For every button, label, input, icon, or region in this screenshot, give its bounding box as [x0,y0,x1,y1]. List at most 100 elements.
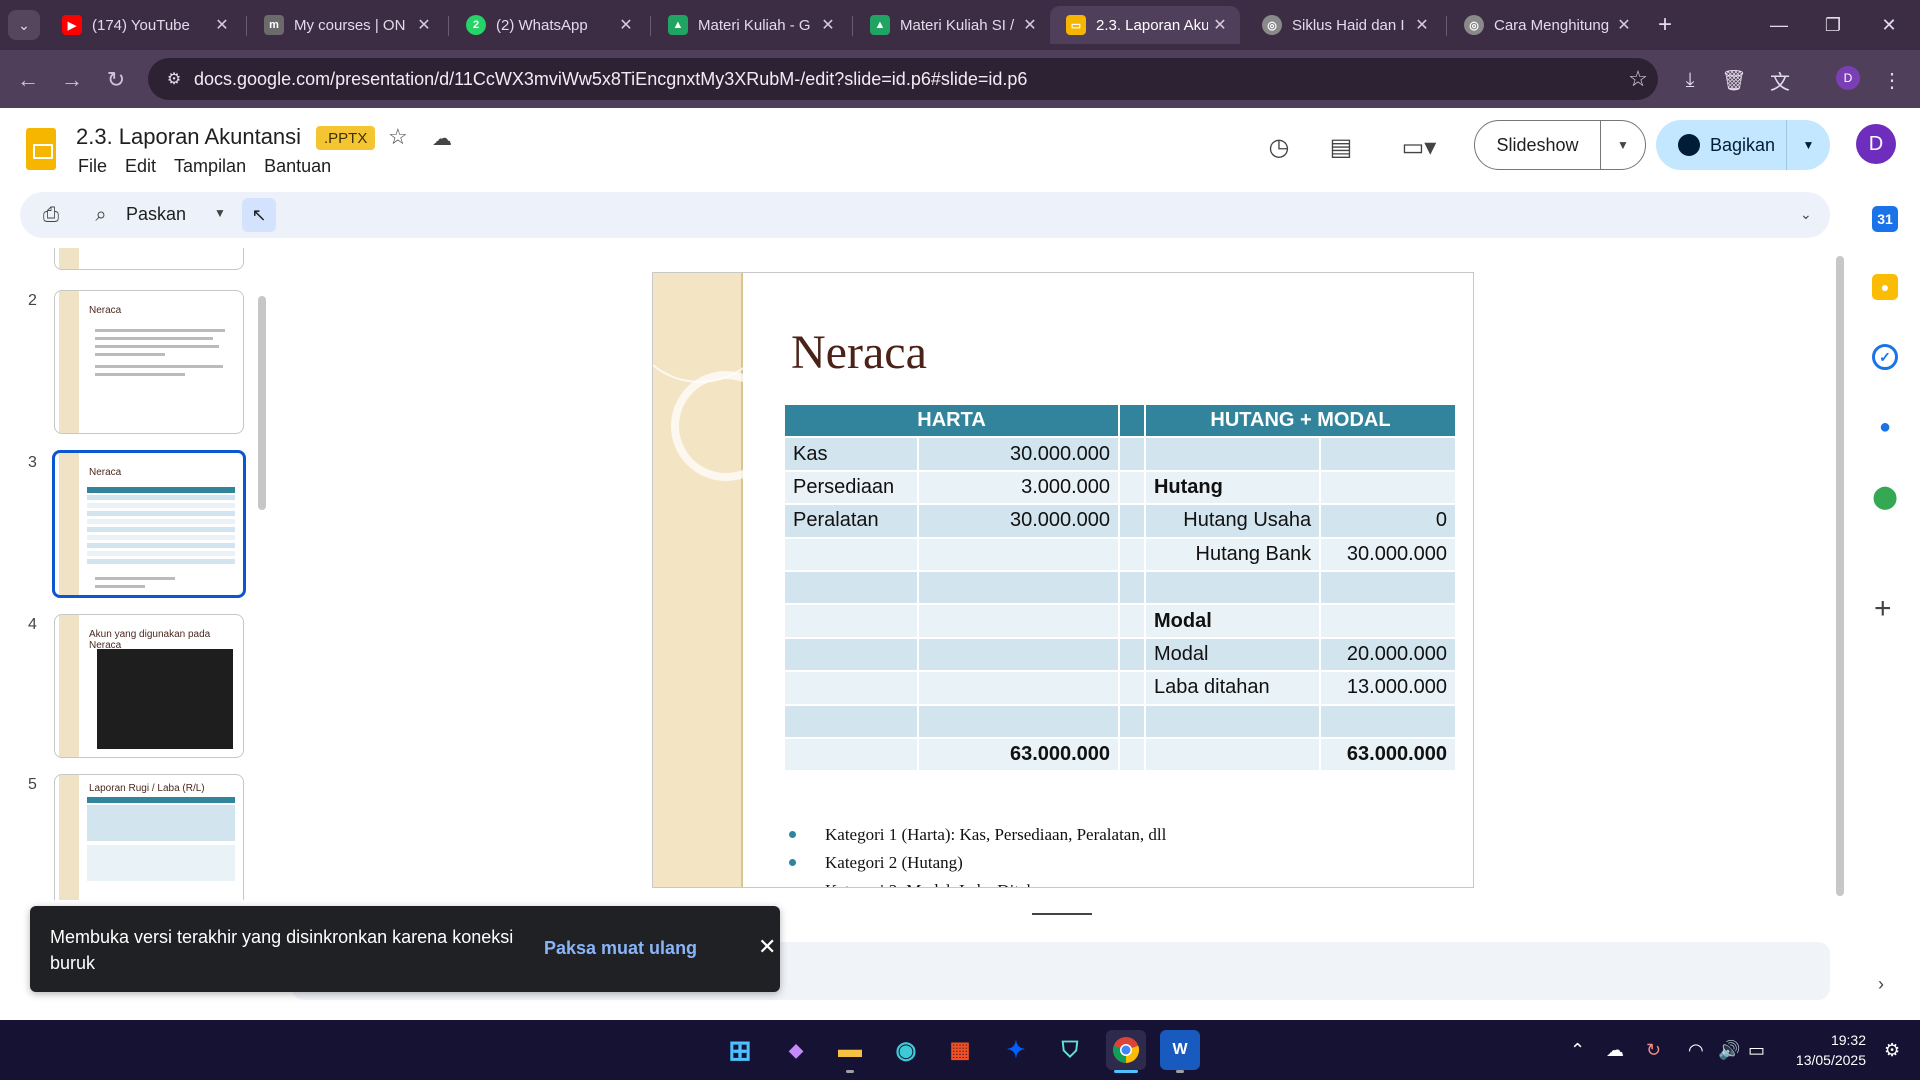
document-title[interactable]: 2.3. Laporan Akuntansi [76,124,301,150]
close-tab-icon[interactable]: ✕ [210,15,234,35]
google-slides-logo-icon[interactable] [26,128,56,170]
thumbnail-table-header [87,797,235,803]
cell-amount [1319,436,1457,472]
back-button[interactable]: ← [12,64,44,96]
onedrive-icon[interactable]: ☁ [1606,1040,1624,1061]
menu-help[interactable]: Bantuan [264,156,331,177]
tab-search-button[interactable]: ⌄ [8,10,40,40]
zoom-select[interactable]: Paskan [126,204,186,225]
wifi-icon[interactable]: ◠ [1688,1040,1704,1061]
zoom-icon[interactable]: ⌕ [86,200,116,230]
notification-icon[interactable]: ⚙ [1884,1040,1900,1061]
close-tab-icon[interactable]: ✕ [816,15,840,35]
share-button[interactable]: Bagikan ▼ [1656,120,1830,170]
close-tab-icon[interactable]: ✕ [1208,15,1232,35]
tab-youtube[interactable]: ▶ (174) YouTube ✕ [46,6,242,44]
microsoft-store-icon[interactable]: ▦ [940,1030,980,1070]
slide-number: 5 [28,776,37,793]
tab-my-courses[interactable]: m My courses | ON ✕ [248,6,444,44]
balance-sheet-table[interactable]: HARTA HUTANG + MODAL Kas 30.000.000 Pers… [782,402,1458,773]
battery-icon[interactable]: ▭ [1748,1040,1765,1061]
thumbnail-title: Akun yang digunakan pada Neraca [89,629,211,651]
tab-whatsapp[interactable]: 2 (2) WhatsApp ✕ [450,6,646,44]
close-window-button[interactable]: ✕ [1866,8,1912,42]
chevron-down-icon[interactable]: ▼ [214,206,226,220]
windows-start-icon[interactable]: ⊞ [720,1030,760,1070]
collapse-toolbar-icon[interactable]: ⌄ [1800,206,1812,223]
force-reload-button[interactable]: Paksa muat ulang [544,938,697,959]
tab-cara-menghitung[interactable]: ◎ Cara Menghitung ✕ [1448,6,1644,44]
cloud-status-icon[interactable]: ☁ [432,126,452,151]
slide-title[interactable]: Neraca [791,325,927,380]
close-tab-icon[interactable]: ✕ [1018,15,1042,35]
menu-view[interactable]: Tampilan [174,156,246,177]
close-icon[interactable]: ✕ [758,934,776,960]
cell-spacer [1118,703,1146,739]
new-tab-button[interactable]: + [1650,10,1680,40]
slide-canvas[interactable]: Neraca HARTA HUTANG + MODAL Kas 30.000.0… [652,272,1474,888]
close-tab-icon[interactable]: ✕ [1410,15,1434,35]
maps-icon[interactable]: ⬤ [1872,484,1898,510]
menu-file[interactable]: File [78,156,107,177]
chevron-down-icon[interactable]: ▼ [1601,138,1645,152]
slideshow-button[interactable]: Slideshow ▼ [1474,120,1646,170]
dropbox-icon[interactable]: ✦ [996,1030,1036,1070]
chrome-menu-icon[interactable]: ⋮ [1876,64,1908,96]
minimize-button[interactable]: — [1756,8,1802,42]
menu-edit[interactable]: Edit [125,156,156,177]
close-tab-icon[interactable]: ✕ [1612,15,1636,35]
notes-resize-handle[interactable] [1032,913,1092,915]
tasks-icon[interactable]: ✓ [1872,344,1898,370]
close-tab-icon[interactable]: ✕ [614,15,638,35]
trash-icon[interactable]: 🗑 [1718,64,1750,96]
bookmark-star-icon[interactable]: ☆ [1618,66,1658,92]
tab-siklus-haid[interactable]: ◎ Siklus Haid dan I ✕ [1246,6,1442,44]
system-clock[interactable]: 19:32 13/05/2025 [1788,1030,1866,1070]
slide-thumbnail-5[interactable]: Laporan Rugi / Laba (R/L) [54,774,244,900]
star-icon[interactable]: ☆ [388,124,408,150]
slide-thumbnail-4[interactable]: Akun yang digunakan pada Neraca [54,614,244,758]
tab-laporan-akuntansi[interactable]: ▭ 2.3. Laporan Aku ✕ [1050,6,1240,44]
chrome-icon[interactable] [1106,1030,1146,1070]
meet-camera-icon[interactable]: ▭▾ [1394,130,1444,164]
add-on-plus-icon[interactable]: + [1874,592,1892,626]
print-icon[interactable]: ⎙ [36,200,66,230]
site-info-icon[interactable]: ⚙ [154,69,194,89]
chevron-down-icon[interactable]: ▼ [1786,120,1830,170]
account-avatar[interactable]: D [1856,124,1896,164]
tab-divider [246,16,247,36]
version-history-icon[interactable]: ◷ [1262,130,1296,164]
canvas-scrollbar[interactable] [1836,256,1844,896]
word-icon[interactable]: W [1160,1030,1200,1070]
slide-thumbnail-1[interactable] [54,248,244,270]
file-explorer-icon[interactable]: ▬ [830,1030,870,1070]
game-app-icon[interactable]: ⛉ [1050,1030,1090,1070]
keep-icon[interactable]: ● [1872,274,1898,300]
tab-materi-kuliah-2[interactable]: ▲ Materi Kuliah SI / ✕ [854,6,1050,44]
calendar-icon[interactable]: 31 [1872,206,1898,232]
translate-icon[interactable]: 文 [1764,64,1796,96]
slide-thumbnail-2[interactable]: Neraca [54,290,244,434]
expand-side-panel-icon[interactable]: › [1878,974,1884,995]
url-text: docs.google.com/presentation/d/11CcWX3mv… [194,68,1028,89]
reload-button[interactable]: ↻ [100,64,132,96]
slide-bullet-list[interactable]: Kategori 1 (Harta): Kas, Persediaan, Per… [785,821,1166,887]
contacts-icon[interactable]: ● [1872,414,1898,440]
close-tab-icon[interactable]: ✕ [412,15,436,35]
address-bar[interactable]: ⚙ docs.google.com/presentation/d/11CcWX3… [148,58,1658,100]
sync-icon[interactable]: ↻ [1646,1040,1661,1061]
download-icon[interactable]: ⤓ [1674,64,1706,96]
comments-icon[interactable]: ▤ [1324,130,1358,164]
chevron-up-icon[interactable]: ⌃ [1570,1040,1585,1061]
select-pointer-icon[interactable]: ↖ [242,198,276,232]
volume-icon[interactable]: 🔊 [1718,1040,1740,1061]
cell-amount: 3.000.000 [916,469,1121,506]
tab-materi-kuliah-1[interactable]: ▲ Materi Kuliah - G ✕ [652,6,848,44]
profile-avatar[interactable]: D [1836,66,1860,90]
slide-thumbnail-3[interactable]: Neraca [52,450,246,598]
restore-button[interactable]: ❐ [1810,8,1856,42]
edge-icon[interactable]: ◉ [886,1030,926,1070]
forward-button[interactable]: → [56,64,88,96]
filmstrip-scrollbar[interactable] [258,296,266,510]
copilot-icon[interactable]: ◆ [776,1030,816,1070]
